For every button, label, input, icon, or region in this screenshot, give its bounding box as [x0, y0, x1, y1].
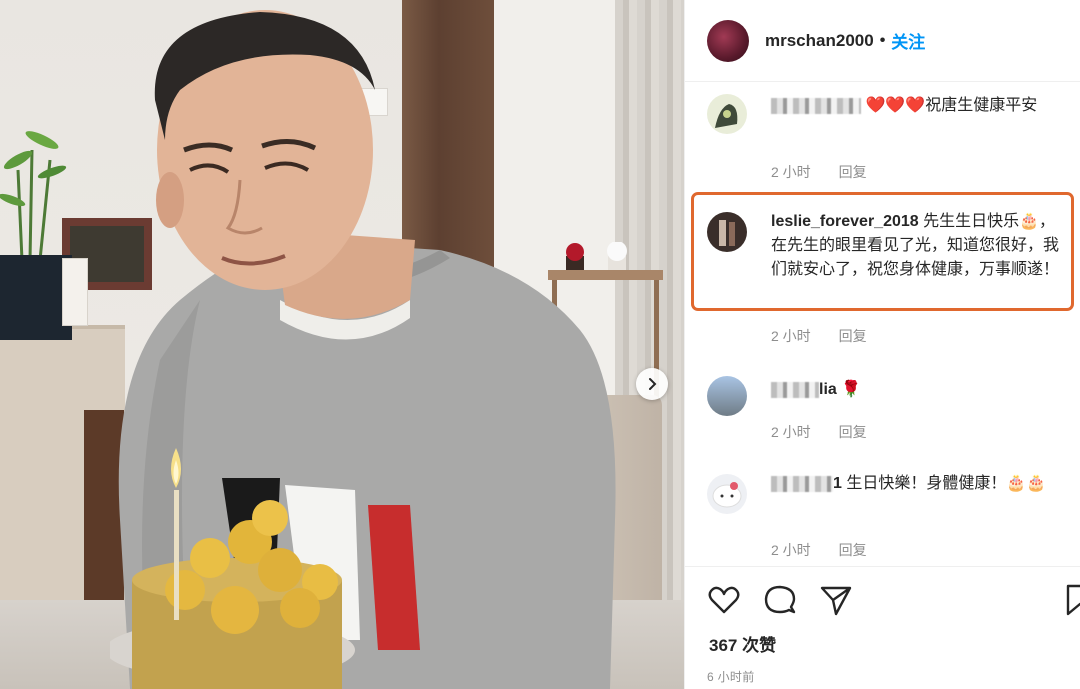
commenter-username[interactable]: leslie_forever_2018	[771, 213, 919, 230]
comment-text: ❤️❤️❤️祝唐生健康平安	[771, 94, 1067, 118]
follow-button[interactable]: 关注	[891, 28, 925, 53]
reply-button[interactable]: 回复	[839, 542, 867, 558]
comment-time: 2 小时	[771, 542, 811, 558]
blurred-username	[771, 475, 833, 492]
chevron-right-icon	[649, 378, 657, 390]
comment-body: 生日快樂！身體健康！🎂🎂	[846, 475, 1047, 492]
commenter-avatar[interactable]	[707, 94, 747, 134]
comment-body: 🌹	[841, 381, 862, 398]
plant-left	[0, 131, 67, 260]
comment-time: 2 小时	[771, 424, 811, 440]
commenter-avatar[interactable]	[707, 212, 747, 252]
comment-time: 2 小时	[771, 328, 811, 344]
reply-button[interactable]: 回复	[839, 328, 867, 344]
post-photo[interactable]	[0, 0, 684, 689]
commenter-username[interactable]: lia	[819, 381, 837, 398]
share-icon[interactable]	[819, 583, 853, 617]
commenter-username[interactable]: 1	[833, 475, 842, 492]
commenter-avatar[interactable]	[707, 474, 747, 514]
heart-icon[interactable]	[707, 583, 741, 617]
comment-icon[interactable]	[763, 583, 797, 617]
comment-meta: 2 小时 回复	[771, 422, 891, 442]
reply-button[interactable]: 回复	[839, 424, 867, 440]
gift-box	[62, 258, 88, 326]
comment-hearts: ❤️❤️❤️	[865, 97, 926, 114]
comment-meta: 2 小时 回复	[771, 326, 891, 346]
comment-text: 1 生日快樂！身體健康！🎂🎂	[771, 472, 1067, 496]
reply-button[interactable]: 回复	[839, 164, 867, 180]
post-timestamp: 6 小时前	[707, 670, 755, 684]
commenter-avatar[interactable]	[707, 376, 747, 416]
bookmark-icon[interactable]	[1063, 583, 1080, 617]
comment-body: 祝唐生健康平安	[925, 97, 1038, 114]
comment-time: 2 小时	[771, 164, 811, 180]
post-header: mrschan2000 • 关注	[685, 0, 1080, 82]
blurred-username	[771, 97, 861, 114]
next-image-button[interactable]	[636, 368, 668, 400]
birthday-cake	[110, 448, 355, 689]
comment-meta: 2 小时 回复	[771, 540, 891, 560]
author-username[interactable]: mrschan2000	[765, 31, 874, 51]
comments-panel: mrschan2000 • 关注 ❤️❤️❤️祝唐生健康平安 2 小时 回复 l…	[684, 0, 1080, 689]
comment-text: lia 🌹	[771, 378, 1067, 402]
comment-meta: 2 小时 回复	[771, 162, 891, 182]
comment-text: leslie_forever_2018 先生生日快乐🎂，在先生的眼里看见了光，知…	[771, 210, 1067, 282]
blurred-username	[771, 381, 819, 398]
like-count[interactable]: 367 次赞	[709, 631, 776, 656]
post-actions: 367 次赞 6 小时前	[685, 566, 1080, 689]
author-avatar[interactable]	[707, 19, 749, 62]
header-separator: •	[879, 31, 886, 49]
